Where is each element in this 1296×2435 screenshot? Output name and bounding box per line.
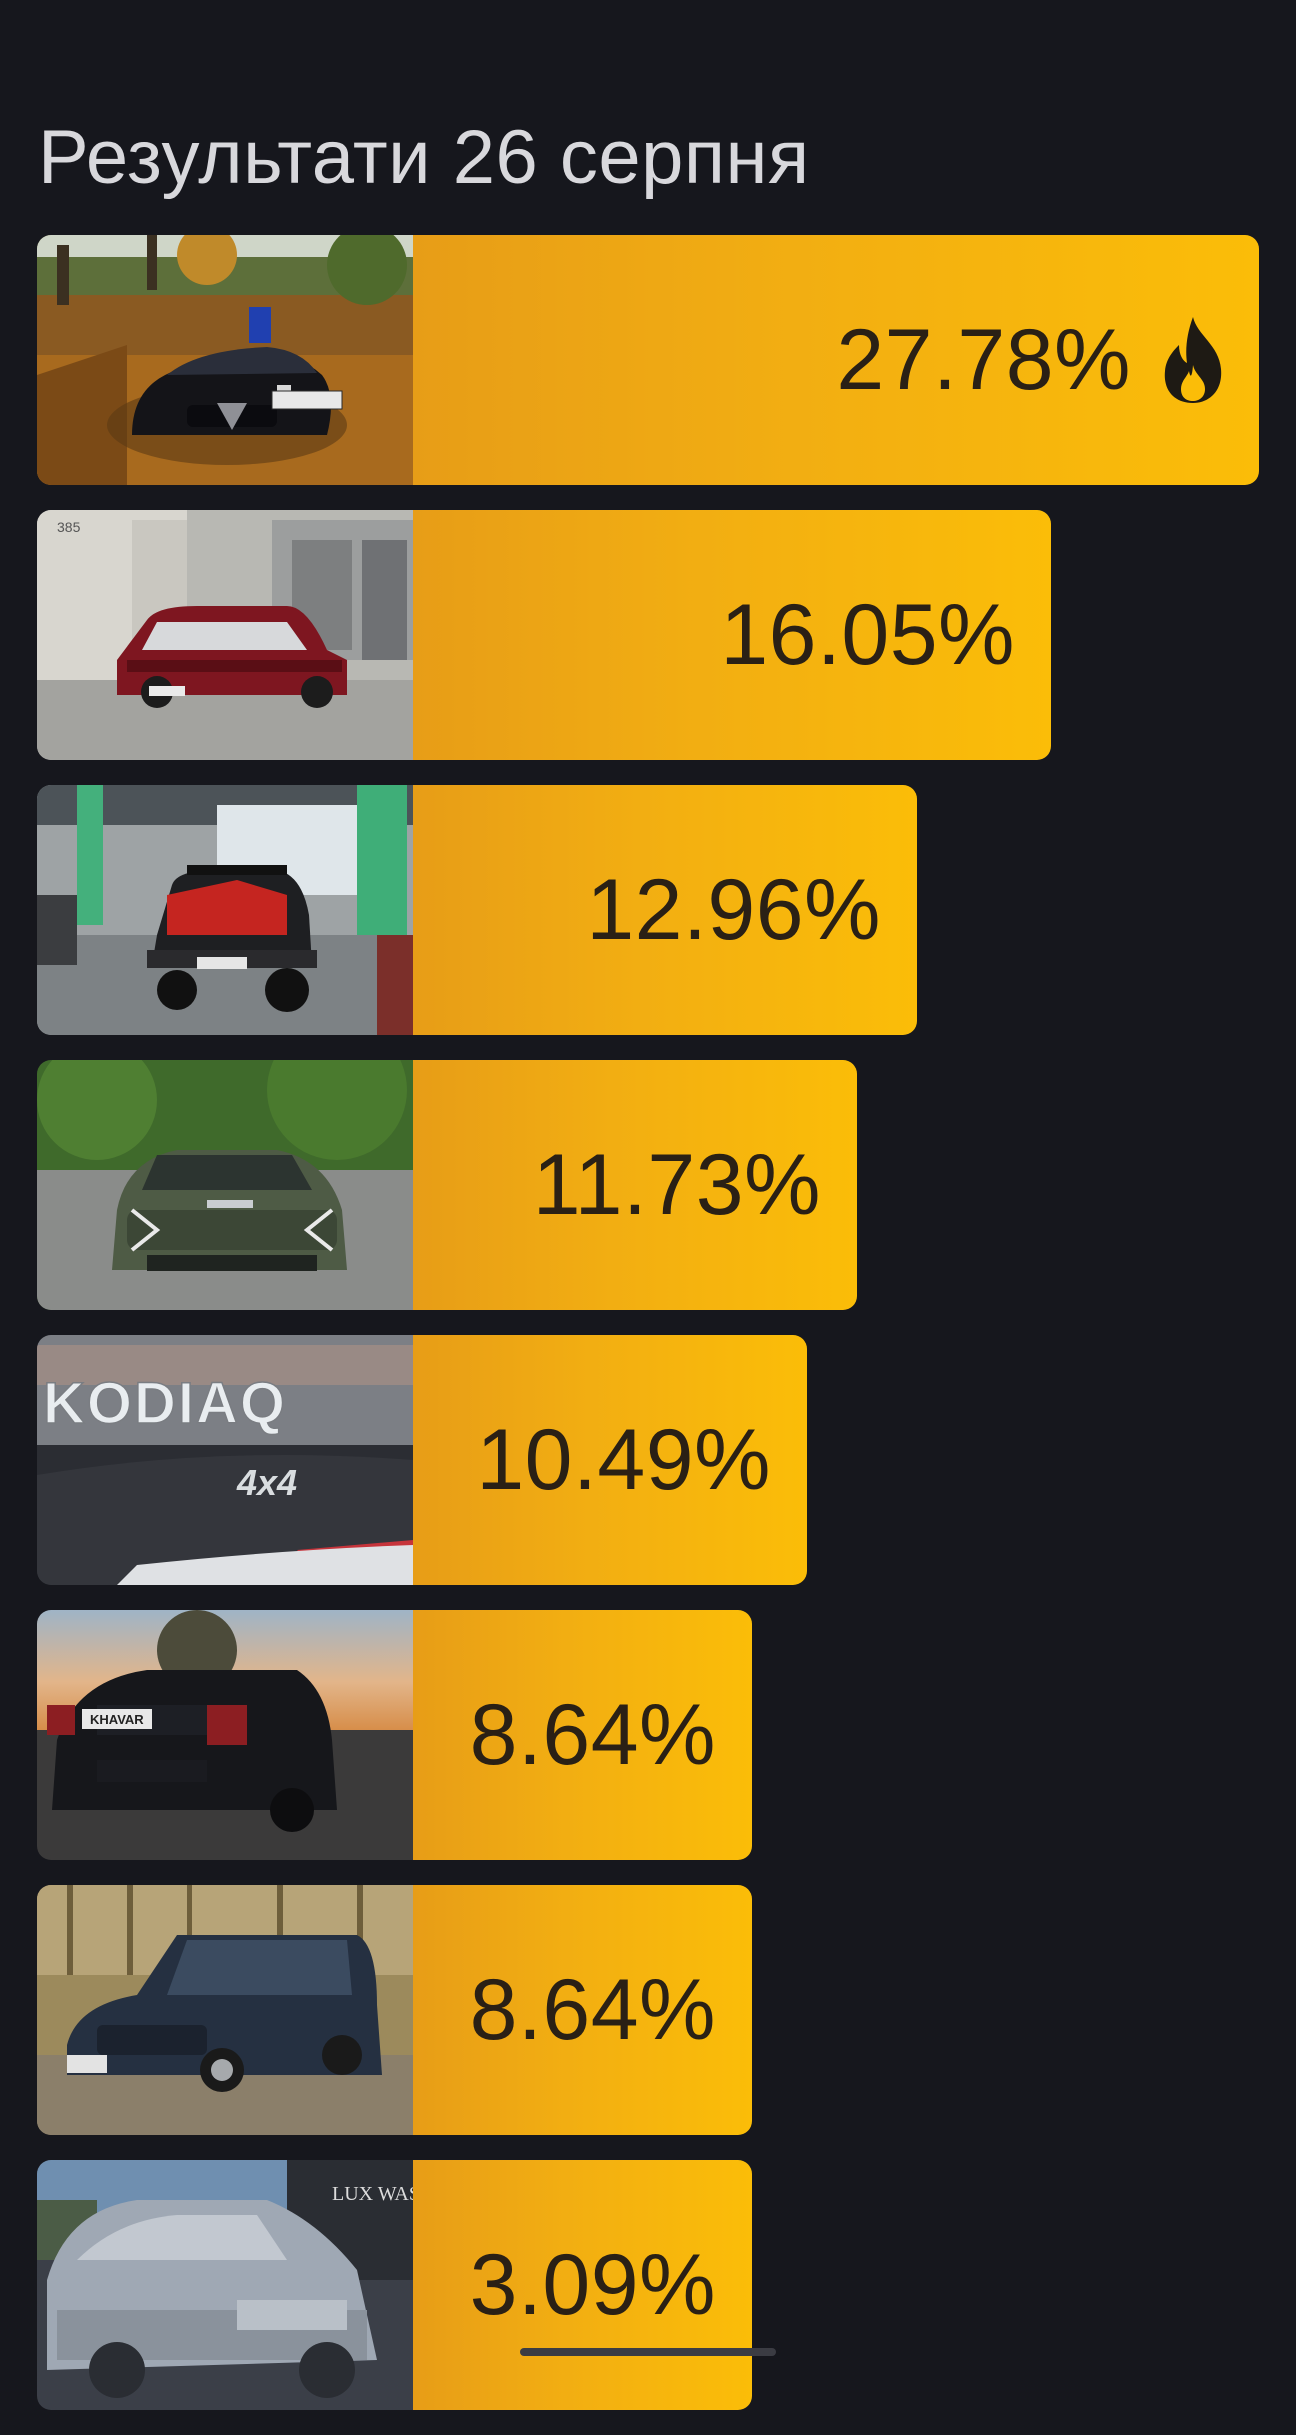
green-kia-sportage-photo (37, 1060, 413, 1310)
result-percent: 11.73% (532, 1136, 821, 1233)
red-niva-gas-station-photo (37, 785, 413, 1035)
result-row[interactable]: 385 16.05% (37, 510, 1051, 760)
skoda-kodiaq-badge-photo: KODIAQ 4x4 (37, 1335, 413, 1585)
result-percent: 8.64% (469, 1961, 716, 2058)
result-percent: 3.09% (469, 2236, 716, 2333)
fire-icon (1164, 317, 1222, 403)
result-row[interactable]: KODIAQ 4x4 10.49% (37, 1335, 807, 1585)
svg-text:LUX WASH: LUX WASH (332, 2183, 413, 2205)
result-row[interactable]: 11.73% (37, 1060, 857, 1310)
foamed-car-wash-photo: LUX WASH (37, 2160, 413, 2410)
result-percent: 12.96% (586, 861, 881, 958)
result-percent: 10.49% (476, 1411, 771, 1508)
volvo-wagon-forest-photo (37, 1885, 413, 2135)
result-percent: 27.78% (836, 311, 1131, 408)
result-row[interactable]: 27.78% (37, 235, 1259, 485)
result-row[interactable]: 8.64% (37, 1885, 752, 2135)
result-bar: 3.09% (413, 2160, 752, 2410)
black-skoda-sunset-photo: KHAVAR (37, 1610, 413, 1860)
result-row[interactable]: KHAVAR 8.64% (37, 1610, 752, 1860)
result-bar: 11.73% (413, 1060, 857, 1310)
alfa-romeo-autumn-photo (37, 235, 413, 485)
result-percent: 8.64% (469, 1686, 716, 1783)
result-row[interactable]: 12.96% (37, 785, 917, 1035)
red-lada-garage-photo: 385 (37, 510, 413, 760)
svg-text:385: 385 (57, 519, 81, 535)
result-bar: 16.05% (413, 510, 1051, 760)
result-bar: 8.64% (413, 1610, 752, 1860)
results-list: 27.78% 385 16.05% 12.96% 11.73% KODIAQ 4… (37, 235, 1259, 2435)
result-bar: 8.64% (413, 1885, 752, 2135)
svg-text:KODIAQ: KODIAQ (43, 1371, 287, 1436)
result-bar: 12.96% (413, 785, 917, 1035)
scroll-indicator (520, 2348, 776, 2356)
svg-text:KHAVAR: KHAVAR (90, 1712, 144, 1727)
result-bar: 27.78% (413, 235, 1259, 485)
page-title: Результати 26 серпня (38, 115, 810, 200)
result-percent: 16.05% (720, 586, 1015, 683)
result-row[interactable]: LUX WASH 3.09% (37, 2160, 752, 2410)
svg-text:4x4: 4x4 (236, 1462, 297, 1503)
result-bar: 10.49% (413, 1335, 807, 1585)
